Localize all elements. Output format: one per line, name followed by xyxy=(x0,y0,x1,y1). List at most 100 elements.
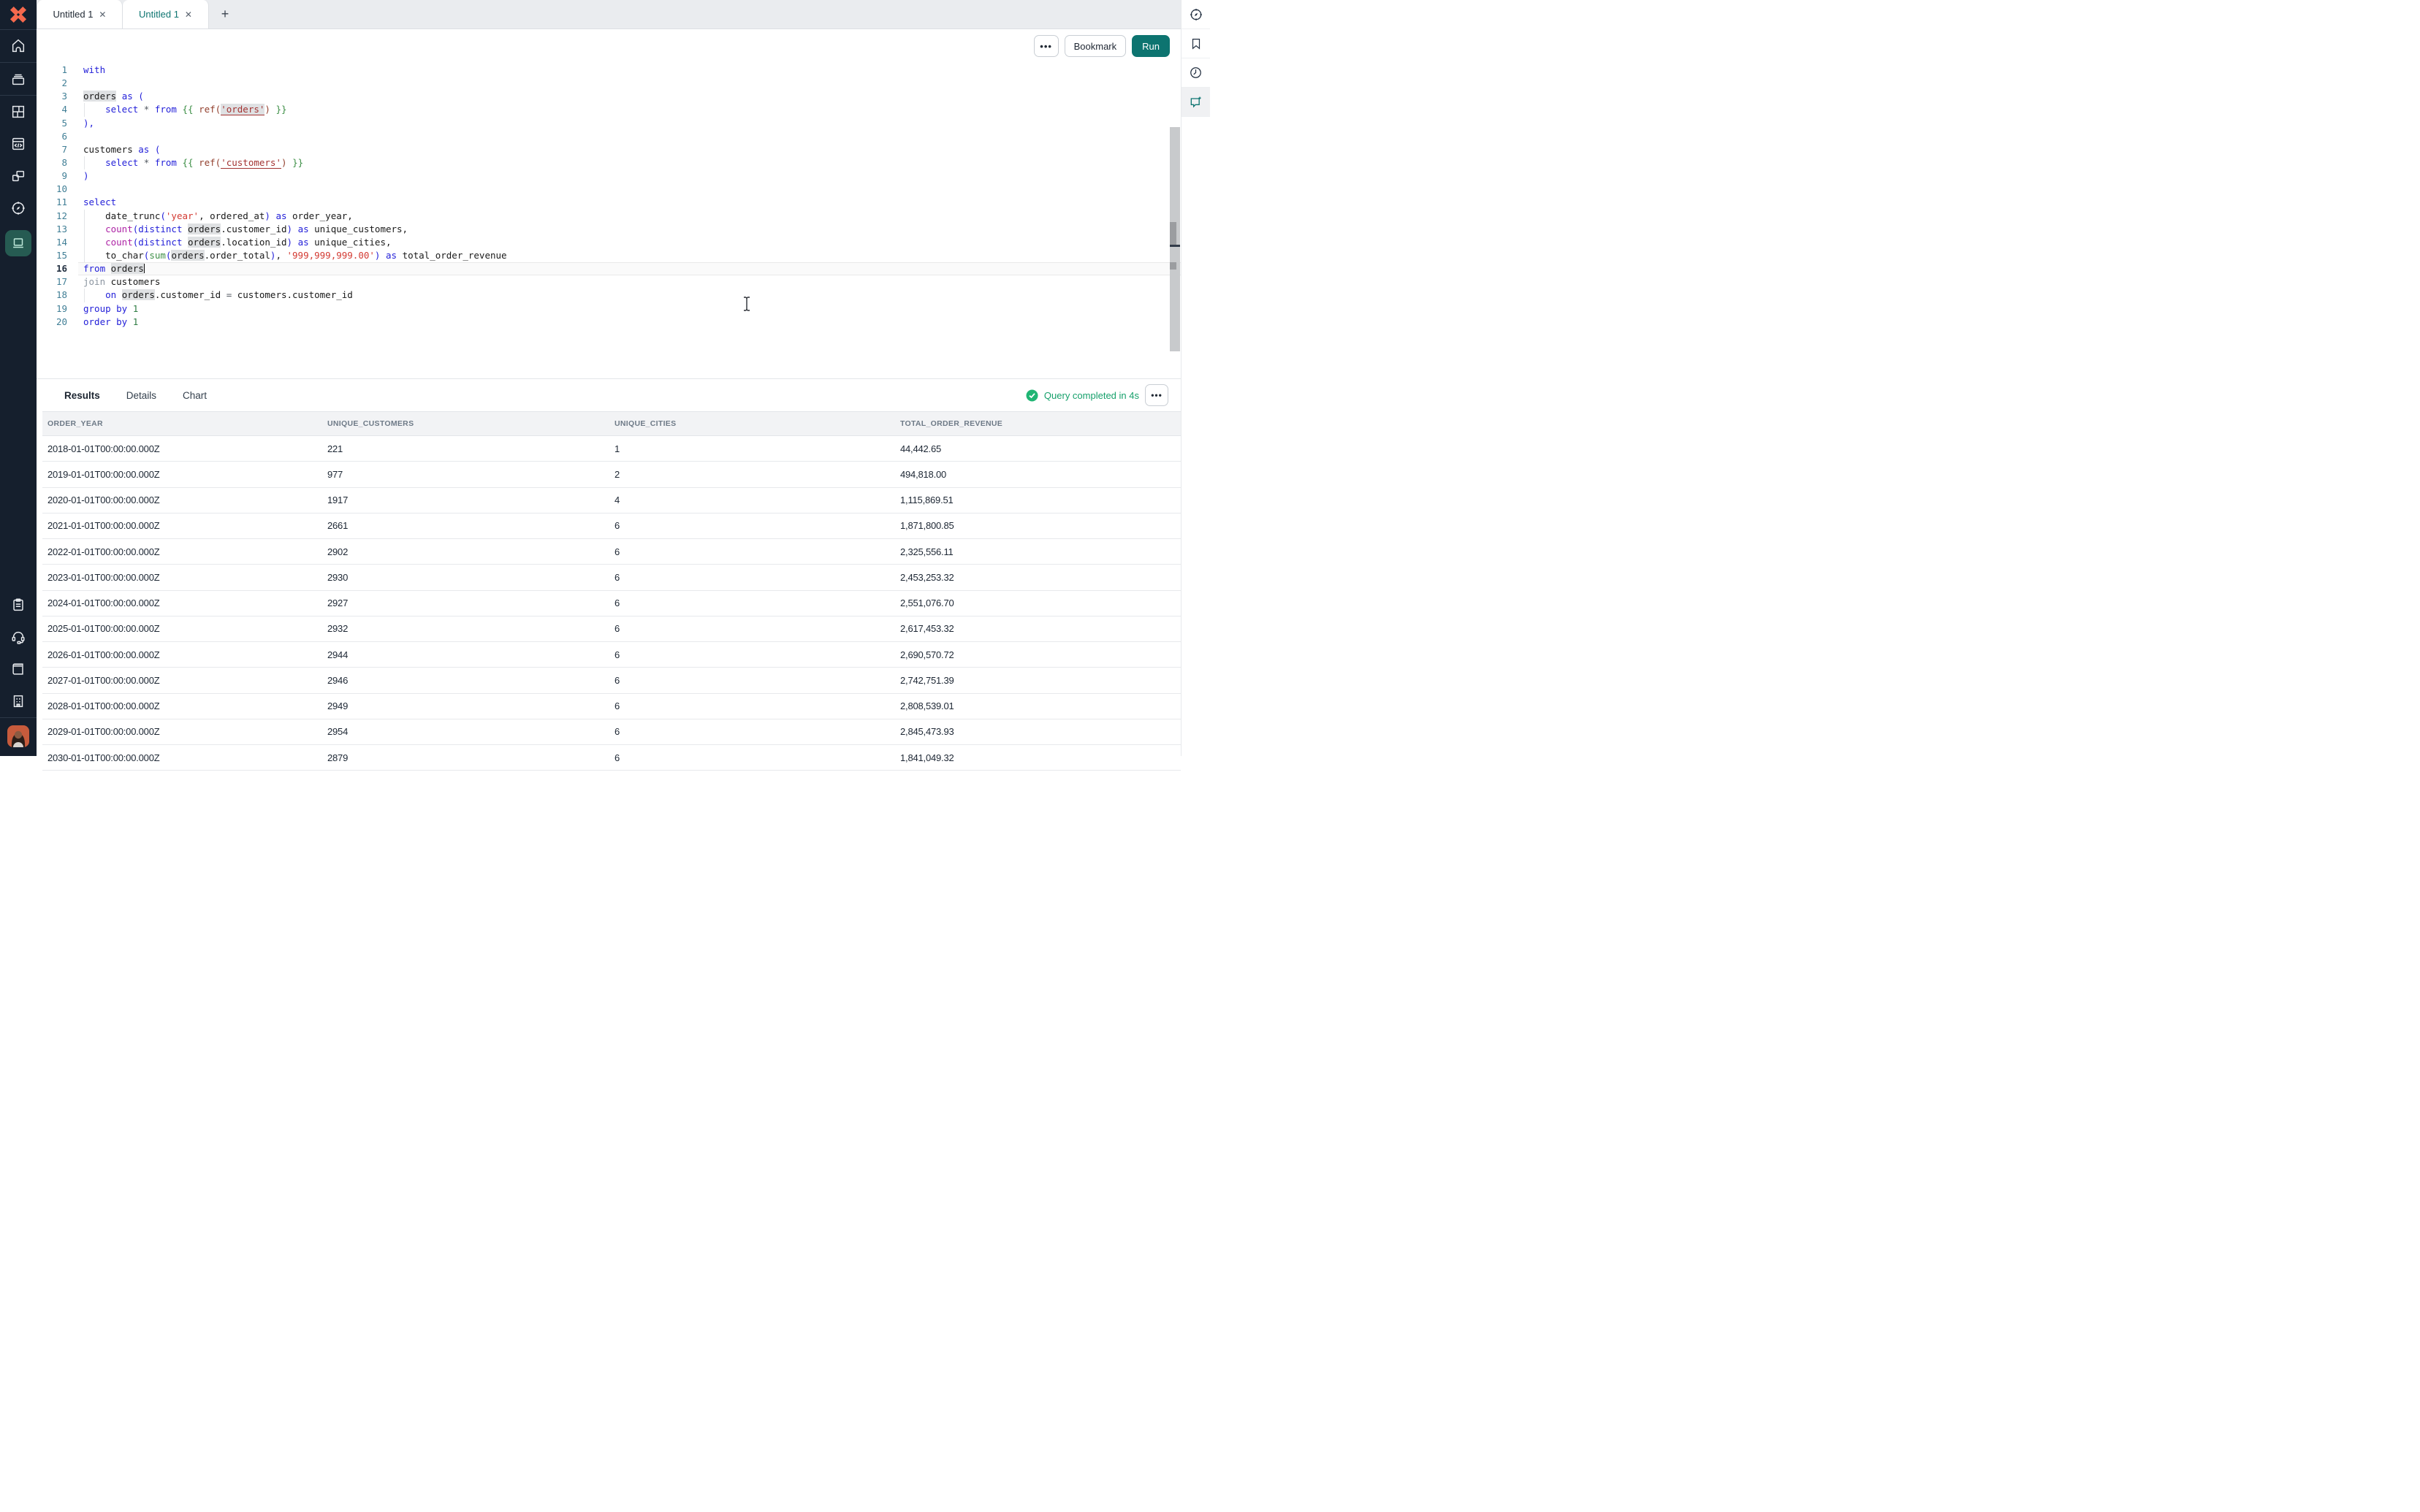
tab-untitled-1-active[interactable]: Untitled 1 ✕ xyxy=(37,0,123,28)
code-line-8[interactable]: 8 select * from {{ ref('customers') }} xyxy=(37,156,1181,169)
code-line-16[interactable]: 16from orders xyxy=(37,262,1181,275)
sidebar-item-computer[interactable] xyxy=(0,224,37,262)
sidebar-item-organization[interactable] xyxy=(0,685,37,717)
sidebar-item-home[interactable] xyxy=(0,30,37,62)
table-row[interactable]: 2021-01-01T00:00:00.000Z266161,871,800.8… xyxy=(42,513,1181,539)
right-sidebar-ai-assistant[interactable] xyxy=(1182,88,1210,117)
code-content xyxy=(78,130,1181,143)
code-token: .order_total xyxy=(205,250,270,261)
code-line-6[interactable]: 6 xyxy=(37,130,1181,143)
table-row[interactable]: 2022-01-01T00:00:00.000Z290262,325,556.1… xyxy=(42,539,1181,565)
user-avatar[interactable] xyxy=(7,725,29,747)
sql-editor[interactable]: 1with23orders as (4 select * from {{ ref… xyxy=(37,63,1181,378)
code-line-14[interactable]: 14 count(distinct orders.location_id) as… xyxy=(37,236,1181,249)
run-button[interactable]: Run xyxy=(1132,35,1170,57)
table-cell: 2026-01-01T00:00:00.000Z xyxy=(42,649,327,660)
code-token xyxy=(149,144,155,155)
column-header-total_order_revenue[interactable]: TOTAL_ORDER_REVENUE xyxy=(900,419,1181,428)
line-number: 12 xyxy=(37,210,78,223)
editor-scrollbar[interactable] xyxy=(1170,127,1180,351)
tab-close-icon[interactable]: ✕ xyxy=(185,9,192,20)
code-line-7[interactable]: 7customers as ( xyxy=(37,143,1181,156)
sidebar-item-docs[interactable] xyxy=(0,653,37,685)
bookmark-icon xyxy=(1190,37,1203,50)
right-sidebar-history[interactable] xyxy=(1182,58,1210,88)
sidebar-item-explore[interactable] xyxy=(0,192,37,224)
table-row[interactable]: 2027-01-01T00:00:00.000Z294662,742,751.3… xyxy=(42,668,1181,693)
sidebar-item-code[interactable] xyxy=(0,128,37,160)
tab-untitled-2[interactable]: Untitled 1 ✕ xyxy=(123,0,209,28)
code-token: ) xyxy=(287,224,293,234)
code-line-17[interactable]: 17join customers xyxy=(37,275,1181,289)
code-line-4[interactable]: 4 select * from {{ ref('orders') }} xyxy=(37,103,1181,116)
tab-close-icon[interactable]: ✕ xyxy=(99,9,106,20)
code-content: customers as ( xyxy=(78,143,1181,156)
results-tab-details[interactable]: Details xyxy=(126,390,156,401)
sidebar-item-support[interactable] xyxy=(0,621,37,653)
right-sidebar-explore[interactable] xyxy=(1182,0,1210,29)
table-row[interactable]: 2023-01-01T00:00:00.000Z293062,453,253.3… xyxy=(42,565,1181,590)
table-cell: 6 xyxy=(614,675,900,686)
table-cell: 2932 xyxy=(327,623,614,634)
code-token xyxy=(183,224,189,234)
code-token: ( xyxy=(160,210,166,221)
code-line-3[interactable]: 3orders as ( xyxy=(37,90,1181,103)
code-line-5[interactable]: 5), xyxy=(37,117,1181,130)
new-tab-button[interactable]: + xyxy=(209,0,241,28)
more-options-button[interactable]: ••• xyxy=(1034,35,1059,57)
sidebar-item-apps[interactable] xyxy=(0,96,37,128)
column-header-order_year[interactable]: ORDER_YEAR xyxy=(42,419,327,428)
right-sidebar-bookmarks[interactable] xyxy=(1182,29,1210,58)
code-token: customers xyxy=(83,144,133,155)
code-line-11[interactable]: 11select xyxy=(37,196,1181,209)
code-line-13[interactable]: 13 count(distinct orders.customer_id) as… xyxy=(37,223,1181,236)
table-row[interactable]: 2019-01-01T00:00:00.000Z9772494,818.00 xyxy=(42,462,1181,487)
code-token: as xyxy=(138,144,149,155)
sidebar-item-projects[interactable] xyxy=(0,63,37,95)
table-row[interactable]: 2029-01-01T00:00:00.000Z295462,845,473.9… xyxy=(42,719,1181,745)
code-line-1[interactable]: 1with xyxy=(37,64,1181,77)
table-row[interactable]: 2024-01-01T00:00:00.000Z292762,551,076.7… xyxy=(42,591,1181,616)
scrollbar-thumb[interactable] xyxy=(1170,222,1176,247)
table-row[interactable]: 2030-01-01T00:00:00.000Z287961,841,049.3… xyxy=(42,745,1181,771)
code-line-19[interactable]: 19group by 1 xyxy=(37,302,1181,316)
column-header-unique_cities[interactable]: UNIQUE_CITIES xyxy=(614,419,900,428)
code-token: as xyxy=(298,224,309,234)
line-number: 19 xyxy=(37,302,78,316)
table-row[interactable]: 2020-01-01T00:00:00.000Z191741,115,869.5… xyxy=(42,488,1181,513)
results-tab-chart[interactable]: Chart xyxy=(183,390,207,401)
code-line-2[interactable]: 2 xyxy=(37,77,1181,90)
code-line-9[interactable]: 9) xyxy=(37,169,1181,183)
code-line-20[interactable]: 20order by 1 xyxy=(37,316,1181,329)
table-row[interactable]: 2028-01-01T00:00:00.000Z294962,808,539.0… xyxy=(42,694,1181,719)
table-cell: 1,115,869.51 xyxy=(900,495,1181,505)
code-line-15[interactable]: 15 to_char(sum(orders.order_total), '999… xyxy=(37,249,1181,262)
code-line-12[interactable]: 12 date_trunc('year', ordered_at) as ord… xyxy=(37,210,1181,223)
code-line-10[interactable]: 10 xyxy=(37,183,1181,196)
table-cell: 6 xyxy=(614,520,900,531)
table-cell: 2020-01-01T00:00:00.000Z xyxy=(42,495,327,505)
code-token: distinct xyxy=(138,237,182,248)
results-tab-results[interactable]: Results xyxy=(64,390,100,401)
code-window-icon xyxy=(10,136,26,152)
sidebar-item-templates[interactable] xyxy=(0,160,37,192)
table-row[interactable]: 2026-01-01T00:00:00.000Z294462,690,570.7… xyxy=(42,642,1181,668)
code-token: to_char xyxy=(105,250,144,261)
table-row[interactable]: 2018-01-01T00:00:00.000Z221144,442.65 xyxy=(42,436,1181,462)
code-line-18[interactable]: 18 on orders.customer_id = customers.cus… xyxy=(37,289,1181,302)
table-row[interactable]: 2025-01-01T00:00:00.000Z293262,617,453.3… xyxy=(42,616,1181,642)
code-token: {{ xyxy=(183,104,194,115)
code-token: ) xyxy=(265,104,270,115)
code-token: ) xyxy=(265,210,270,221)
column-header-unique_customers[interactable]: UNIQUE_CUSTOMERS xyxy=(327,419,614,428)
table-cell: 6 xyxy=(614,752,900,763)
results-more-button[interactable]: ••• xyxy=(1145,384,1168,406)
bookmark-button[interactable]: Bookmark xyxy=(1065,35,1127,57)
table-cell: 6 xyxy=(614,572,900,583)
hex-logo[interactable] xyxy=(0,0,37,29)
code-token: orders xyxy=(188,237,221,248)
sidebar-item-changelog[interactable] xyxy=(0,589,37,621)
table-cell: 2954 xyxy=(327,726,614,737)
table-cell: 2944 xyxy=(327,649,614,660)
table-cell: 6 xyxy=(614,726,900,737)
